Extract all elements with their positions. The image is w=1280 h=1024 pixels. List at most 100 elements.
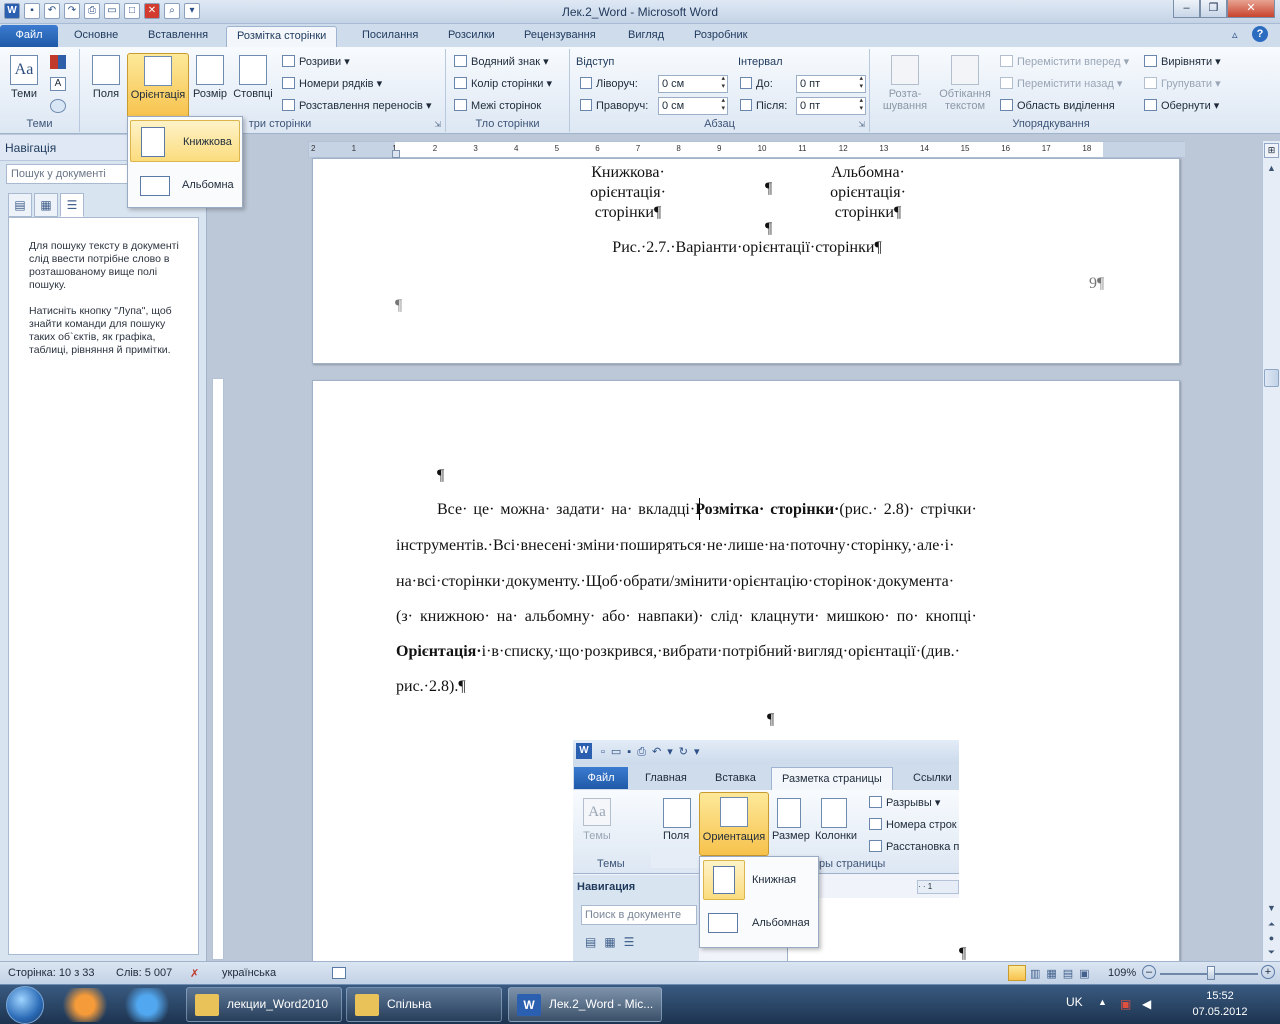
themes-button[interactable]: Aa Теми: [4, 53, 44, 115]
selection-pane-button[interactable]: Область виділення: [1000, 97, 1115, 116]
ruler-toggle-icon[interactable]: ⊞: [1264, 143, 1279, 158]
tab-mailings[interactable]: Розсилки: [438, 26, 505, 47]
scroll-up-icon[interactable]: ▲: [1264, 161, 1279, 176]
tab-home[interactable]: Основне: [64, 26, 128, 47]
nav-headings-tab[interactable]: ▤: [8, 193, 32, 217]
tab-view[interactable]: Вигляд: [618, 26, 674, 47]
page-color-button[interactable]: Колір сторінки ▾: [454, 75, 552, 94]
indent-marker[interactable]: [392, 150, 400, 158]
show-hidden-icons[interactable]: ▲: [1098, 997, 1107, 1007]
horizontal-ruler[interactable]: 2 1 1 2 3 4 5 6 7 8 9 10 11 12 13 14 15 16 17 18: [308, 141, 1185, 158]
tab-file[interactable]: Файл: [0, 25, 58, 47]
size-button[interactable]: Розмір: [190, 53, 230, 115]
vertical-scrollbar[interactable]: ⊞ ▲ ▼ ⏶ ● ⏷: [1262, 141, 1280, 961]
previous-page-icon[interactable]: ⏶: [1264, 918, 1279, 931]
columns-button[interactable]: Стовпці: [233, 53, 273, 115]
word-count[interactable]: Слів: 5 007: [116, 967, 172, 979]
hyphenation-icon: [282, 99, 295, 111]
browse-object-icon[interactable]: ●: [1264, 932, 1279, 945]
vertical-ruler[interactable]: [212, 378, 224, 960]
fig-tab-page-layout: Разметка страницы: [771, 767, 893, 791]
page-setup-launcher-icon[interactable]: ⇲: [434, 120, 441, 129]
align-button[interactable]: Вирівняти ▾: [1144, 53, 1221, 72]
tab-insert[interactable]: Вставлення: [138, 26, 218, 47]
minimize-ribbon-icon[interactable]: ▵: [1232, 28, 1238, 41]
view-buttons-icons[interactable]: ▥▦▤▣: [1030, 967, 1096, 980]
fig-breaks: Разрывы ▾: [869, 796, 940, 809]
theme-fonts-icon[interactable]: A: [50, 77, 66, 91]
page-borders-button[interactable]: Межі сторінок: [454, 97, 541, 116]
line-numbers-button[interactable]: Номери рядків ▾: [282, 75, 382, 94]
macro-record-icon[interactable]: [332, 967, 346, 979]
help-icon[interactable]: ?: [1252, 26, 1268, 42]
fig-line-numbers: Номера строк: [869, 818, 957, 831]
navigation-search-input[interactable]: Пошук у документі: [6, 164, 128, 184]
zoom-in-icon[interactable]: +: [1261, 965, 1275, 979]
rotate-button[interactable]: Обернути ▾: [1144, 97, 1219, 116]
wrap-text-button[interactable]: Обтікання текстом: [934, 53, 996, 115]
clock[interactable]: 15:52 07.05.2012: [1172, 988, 1268, 1020]
fig-orientation-button: Ориентация: [699, 792, 769, 856]
orientation-button[interactable]: Орієнтація: [127, 53, 189, 119]
nav-pages-tab[interactable]: ▦: [34, 193, 58, 217]
fig-nav-pane: Навигация Поиск в документе ▤▦☰: [573, 875, 699, 961]
restore-button[interactable]: ❐: [1200, 0, 1227, 18]
minimize-button[interactable]: –: [1173, 0, 1200, 18]
taskbar-folder-shared[interactable]: Спільна: [346, 987, 502, 1022]
tab-page-layout[interactable]: Розмітка сторінки: [226, 26, 338, 47]
volume-icon[interactable]: ◀: [1142, 997, 1151, 1011]
zoom-slider-thumb[interactable]: [1207, 966, 1215, 980]
nav-results-tab[interactable]: ☰: [60, 193, 84, 217]
next-page-icon[interactable]: ⏷: [1264, 946, 1279, 959]
fig-portrait-icon: [713, 866, 735, 894]
indent-right-input[interactable]: 0 см: [658, 97, 728, 115]
input-language[interactable]: UK: [1066, 995, 1083, 1009]
center-paragraph-mark: ¶: [767, 711, 775, 728]
orientation-menu: Книжкова Альбомна: [127, 116, 243, 208]
taskbar-word-window[interactable]: W Лек.2_Word - Mic...: [508, 987, 662, 1022]
ruler-number: 5: [554, 144, 560, 153]
ribbon-tabs: Файл Основне Вставлення Розмітка сторінк…: [0, 24, 1280, 47]
orientation-landscape-item[interactable]: Альбомна: [130, 164, 240, 206]
paragraph-launcher-icon[interactable]: ⇲: [858, 120, 865, 129]
breaks-button[interactable]: Розриви ▾: [282, 53, 350, 72]
network-icon[interactable]: ▣: [1120, 997, 1131, 1011]
scroll-down-icon[interactable]: ▼: [1264, 901, 1279, 916]
watermark-button[interactable]: Водяний знак ▾: [454, 53, 549, 72]
tab-references[interactable]: Посилання: [352, 26, 428, 47]
close-window-button[interactable]: ✕: [1227, 0, 1275, 18]
print-layout-view-icon[interactable]: [1008, 965, 1026, 981]
spacing-after-input[interactable]: 0 пт: [796, 97, 866, 115]
taskbar-folder-lectures[interactable]: лекции_Word2010: [186, 987, 342, 1022]
indent-left-input[interactable]: 0 см: [658, 75, 728, 93]
bring-forward-button[interactable]: Перемістити вперед ▾: [1000, 53, 1129, 72]
page-count[interactable]: Сторінка: 10 з 33: [8, 967, 95, 979]
group-objects-button[interactable]: Групувати ▾: [1144, 75, 1221, 94]
spacing-label: Інтервал: [738, 56, 783, 68]
zoom-out-icon[interactable]: –: [1142, 965, 1156, 979]
margins-button[interactable]: Поля: [86, 53, 126, 115]
zoom-level[interactable]: 109%: [1108, 967, 1136, 979]
page-background-group: Водяний знак ▾ Колір сторінки ▾ Межі сто…: [446, 49, 570, 132]
theme-colors-icon[interactable]: [50, 55, 66, 69]
language[interactable]: українська: [222, 967, 276, 979]
send-backward-button[interactable]: Перемістити назад ▾: [1000, 75, 1122, 94]
start-button[interactable]: [6, 986, 44, 1024]
hyphenation-button[interactable]: Розставлення переносів ▾: [282, 97, 431, 116]
selection-pane-icon: [1000, 99, 1013, 111]
proofing-icon[interactable]: ✗: [190, 967, 199, 980]
fig-landscape-label: Альбомная: [752, 917, 810, 929]
position-button[interactable]: Розта-шування: [880, 53, 930, 115]
orientation-portrait-item[interactable]: Книжкова: [130, 120, 240, 162]
wrap-text-icon: [951, 55, 979, 85]
media-player-icon[interactable]: [58, 988, 112, 1022]
portrait-label: Книжкова· орієнтація· сторінки¶: [590, 164, 666, 221]
spacing-before-input[interactable]: 0 пт: [796, 75, 866, 93]
theme-effects-icon[interactable]: [50, 99, 66, 113]
tab-developer[interactable]: Розробник: [684, 26, 757, 47]
document-page-10[interactable]: ¶ Все· це· можна· задати· на· вкладці·Ро…: [312, 380, 1180, 962]
scroll-thumb[interactable]: [1264, 369, 1279, 387]
internet-explorer-icon[interactable]: [120, 988, 174, 1022]
tab-review[interactable]: Рецензування: [514, 26, 606, 47]
document-page-9[interactable]: Книжкова· орієнтація· сторінки¶ ¶ ¶ Альб…: [312, 158, 1180, 364]
